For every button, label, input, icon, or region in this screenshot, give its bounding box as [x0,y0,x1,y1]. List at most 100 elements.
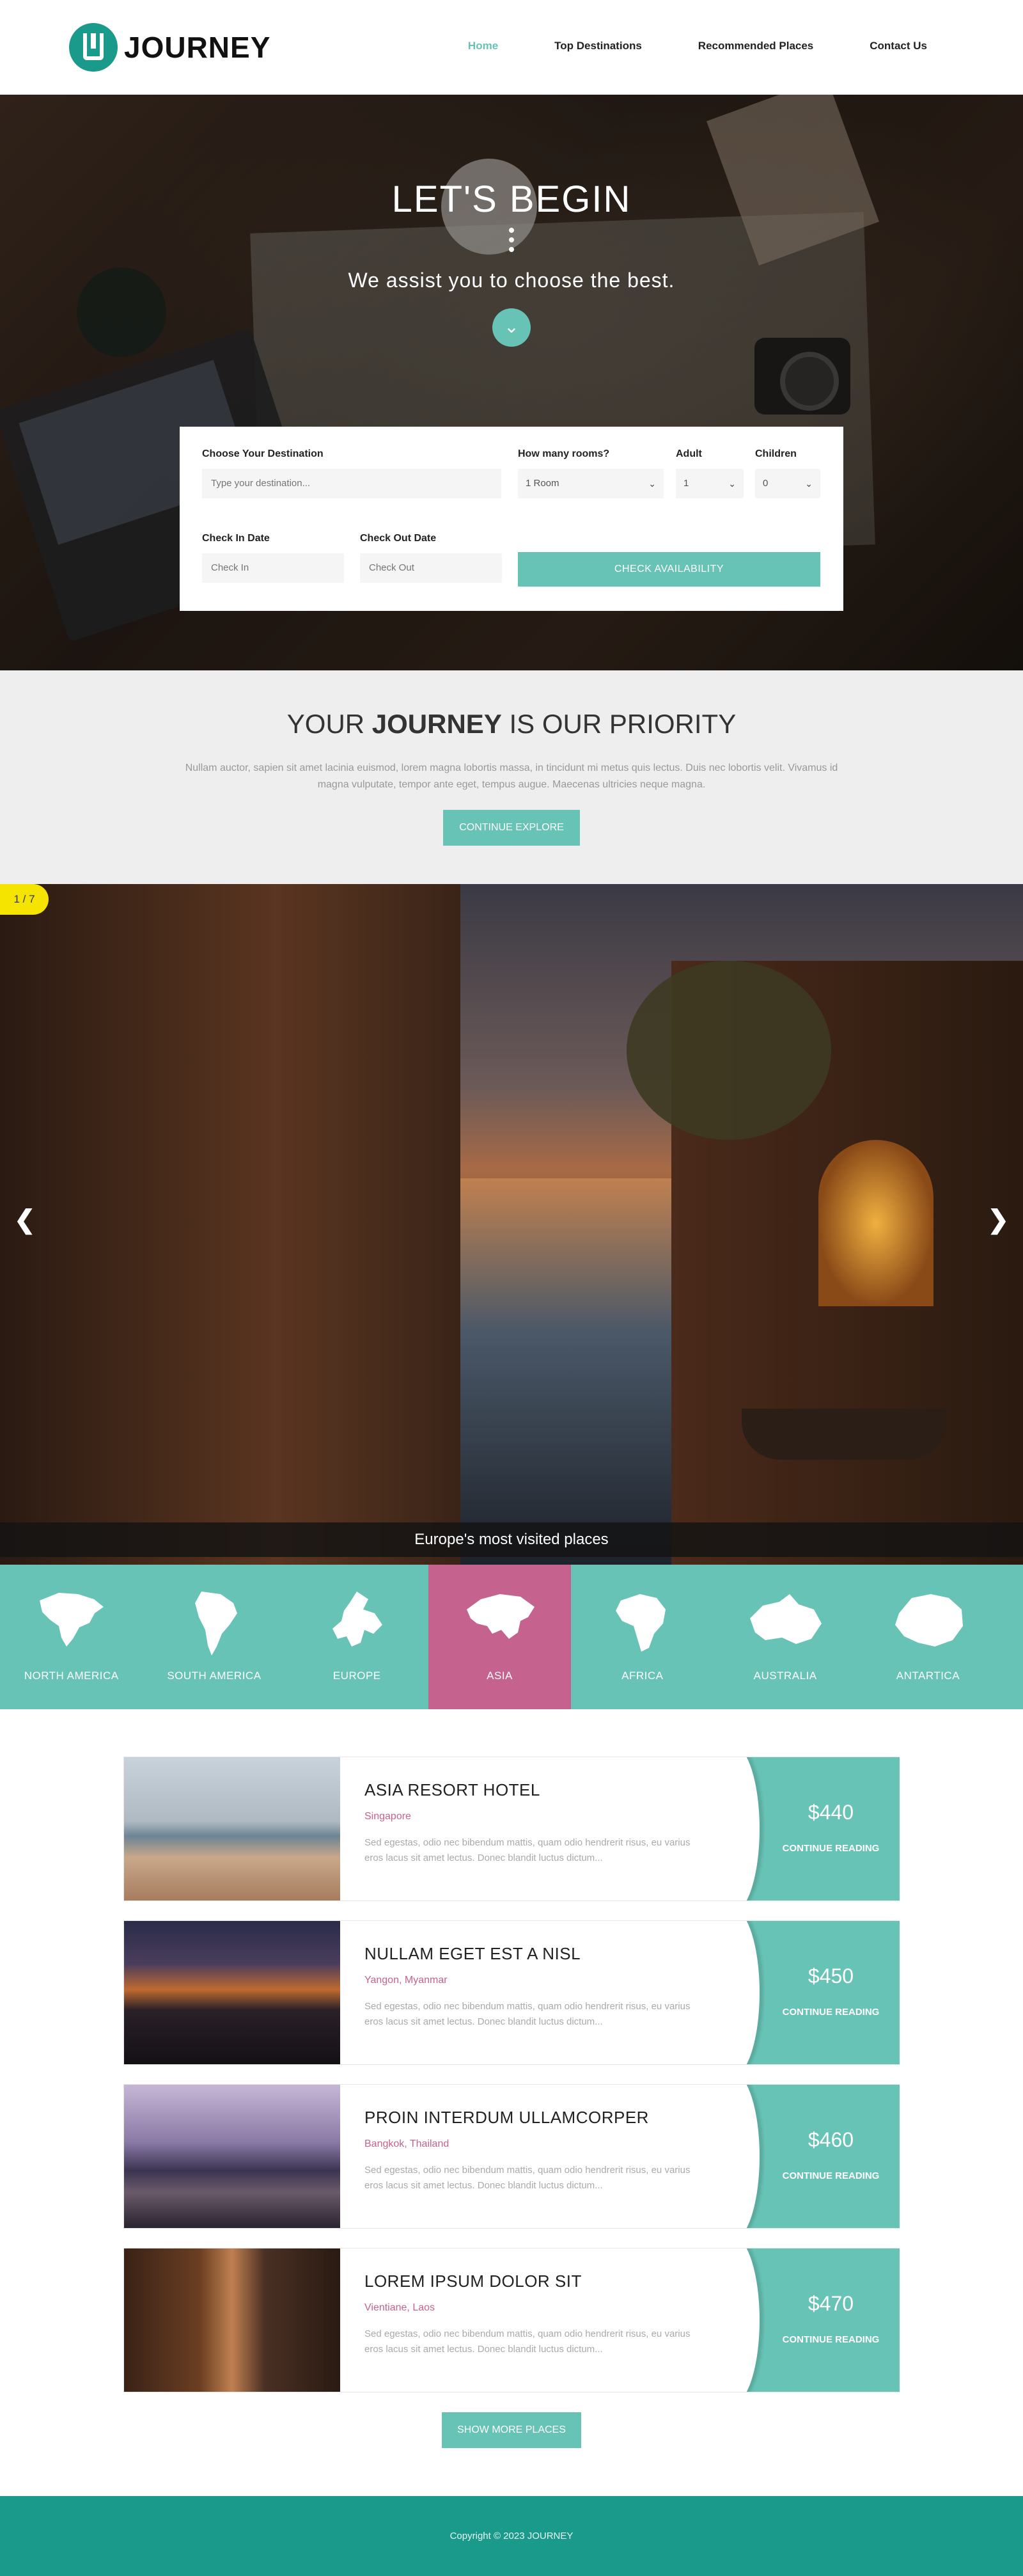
listing-location: Yangon, Myanmar [364,1975,448,1986]
continent-tabs: NORTH AMERICA SOUTH AMERICA EUROPE ASIA … [0,1565,1023,1709]
tab-asia[interactable]: ASIA [428,1565,572,1709]
checkin-label: Check In Date [202,533,270,544]
priority-section: YOUR JOURNEY IS OUR PRIORITY Nullam auct… [0,670,1023,884]
main-menu: Home Top Destinations Recommended Places… [468,40,927,52]
listing-card: NULLAM EGET EST A NISL Yangon, Myanmar S… [123,1920,900,2065]
continue-reading-link[interactable]: CONTINUE READING [743,2334,900,2345]
check-availability-button[interactable]: CHECK AVAILABILITY [518,552,820,587]
rooms-label: How many rooms? [518,448,610,459]
listing-description: Sed egestas, odio nec bibendum mattis, q… [364,2001,691,2027]
continue-explore-button[interactable]: CONTINUE EXPLORE [443,810,580,846]
chevron-right-icon: ❯ [987,1206,1009,1234]
listing-photo-lamps[interactable] [124,2085,340,2228]
footer: Copyright © 2023 JOURNEY [0,2496,1023,2576]
slider-next-button[interactable]: ❯ [987,1205,1009,1235]
tab-south-america[interactable]: SOUTH AMERICA [143,1565,285,1709]
copyright-text: Copyright © 2023 JOURNEY [449,2531,574,2541]
listing-price: $470 [808,2292,854,2315]
listing-price-panel[interactable]: $460 CONTINUE READING [743,2085,900,2228]
brand-logo[interactable]: JOURNEY [69,23,270,72]
slider-prev-button[interactable]: ❮ [14,1205,36,1235]
listing-price: $460 [808,2128,854,2151]
continent-label: AFRICA [621,1670,664,1682]
children-label: Children [755,448,797,459]
listing-photo-beach[interactable] [124,1757,340,1900]
listing-description: Sed egestas, odio nec bibendum mattis, q… [364,2165,691,2191]
listing-title[interactable]: PROIN INTERDUM ULLAMCORPER [364,2108,649,2128]
nav-recommended-places[interactable]: Recommended Places [698,40,813,52]
hero-title: LET'S BEGIN [391,178,632,220]
listing-location: Vientiane, Laos [364,2302,435,2313]
continent-label: NORTH AMERICA [24,1670,119,1682]
listing-price-panel[interactable]: $440 CONTINUE READING [743,1757,900,1900]
checkout-input[interactable] [360,553,502,583]
tab-australia[interactable]: AUSTRALIA [714,1565,856,1709]
north-america-map-icon [39,1593,104,1647]
continue-reading-link[interactable]: CONTINUE READING [743,2007,900,2018]
chevron-down-icon: ⌄ [805,478,813,489]
logo-icon [69,23,118,72]
tab-africa[interactable]: AFRICA [571,1565,714,1709]
nav-contact-us[interactable]: Contact Us [870,40,927,52]
listing-card: PROIN INTERDUM ULLAMCORPER Bangkok, Thai… [123,2084,900,2229]
adult-select[interactable]: 1 ⌄ [676,469,744,498]
checkin-input[interactable] [202,553,344,583]
adult-value: 1 [683,478,689,489]
slide-caption: Europe's most visited places [0,1522,1023,1557]
scroll-down-button[interactable]: ⌄ [492,308,531,347]
listing-card: ASIA RESORT HOTEL Singapore Sed egestas,… [123,1757,900,1901]
priority-text: Nullam auctor, sapien sit amet lacinia e… [185,763,838,790]
destination-input[interactable] [202,469,501,498]
europe-map-icon [332,1592,383,1647]
brand-name: JOURNEY [124,31,271,64]
continent-label: ASIA [487,1670,513,1682]
tab-europe[interactable]: EUROPE [286,1565,428,1709]
listing-price: $440 [808,1801,854,1824]
chevron-left-icon: ❮ [14,1206,36,1234]
continent-label: SOUTH AMERICA [167,1670,262,1682]
children-value: 0 [763,478,769,489]
continent-label: AUSTRALIA [753,1670,817,1682]
listing-price: $450 [808,1964,854,1987]
show-more-places-button[interactable]: SHOW MORE PLACES [442,2412,581,2448]
south-america-map-icon [194,1592,237,1655]
rooms-value: 1 Room [526,478,559,489]
children-select[interactable]: 0 ⌄ [755,469,820,498]
chevron-down-icon: ⌄ [504,317,519,336]
booking-form: Choose Your Destination How many rooms? … [180,427,843,611]
chevron-down-icon: ⌄ [648,478,656,489]
hero-subtitle: We assist you to choose the best. [348,269,675,292]
listing-title[interactable]: LOREM IPSUM DOLOR SIT [364,2272,582,2291]
destination-label: Choose Your Destination [202,448,324,459]
priority-title: YOUR JOURNEY IS OUR PRIORITY [286,709,737,739]
adult-label: Adult [676,448,702,459]
listing-description: Sed egestas, odio nec bibendum mattis, q… [364,1837,691,1863]
listing-title[interactable]: NULLAM EGET EST A NISL [364,1944,581,1964]
listing-card: LOREM IPSUM DOLOR SIT Vientiane, Laos Se… [123,2248,900,2392]
continue-reading-link[interactable]: CONTINUE READING [743,2170,900,2181]
nav-home[interactable]: Home [468,40,498,52]
nav-top-destinations[interactable]: Top Destinations [554,40,642,52]
tab-north-america[interactable]: NORTH AMERICA [0,1565,143,1709]
continue-reading-link[interactable]: CONTINUE READING [743,1843,900,1854]
asia-map-icon [466,1594,535,1639]
listing-price-panel[interactable]: $470 CONTINUE READING [743,2248,900,2392]
continent-label: EUROPE [332,1670,381,1682]
tab-antartica[interactable]: ANTARTICA [857,1565,999,1709]
continent-label: ANTARTICA [896,1670,960,1682]
checkout-label: Check Out Date [360,533,437,544]
rooms-select[interactable]: 1 Room ⌄ [518,469,664,498]
africa-map-icon [615,1594,666,1652]
top-nav: JOURNEY Home Top Destinations Recommende… [0,0,1023,95]
chevron-down-icon: ⌄ [728,478,736,489]
listing-price-panel[interactable]: $450 CONTINUE READING [743,1921,900,2064]
image-slider: 1 / 7 ❮ ❯ Europe's most visited places [0,884,1023,1565]
listing-title[interactable]: ASIA RESORT HOTEL [364,1780,540,1800]
hero-divider-dots [509,228,514,257]
listing-location: Bangkok, Thailand [364,2138,449,2149]
slide-counter: 1 / 7 [0,884,49,915]
antarctica-map-icon [895,1594,964,1647]
listing-description: Sed egestas, odio nec bibendum mattis, q… [364,2328,691,2355]
listing-photo-bridge[interactable] [124,1921,340,2064]
listing-photo-canal[interactable] [124,2248,340,2392]
